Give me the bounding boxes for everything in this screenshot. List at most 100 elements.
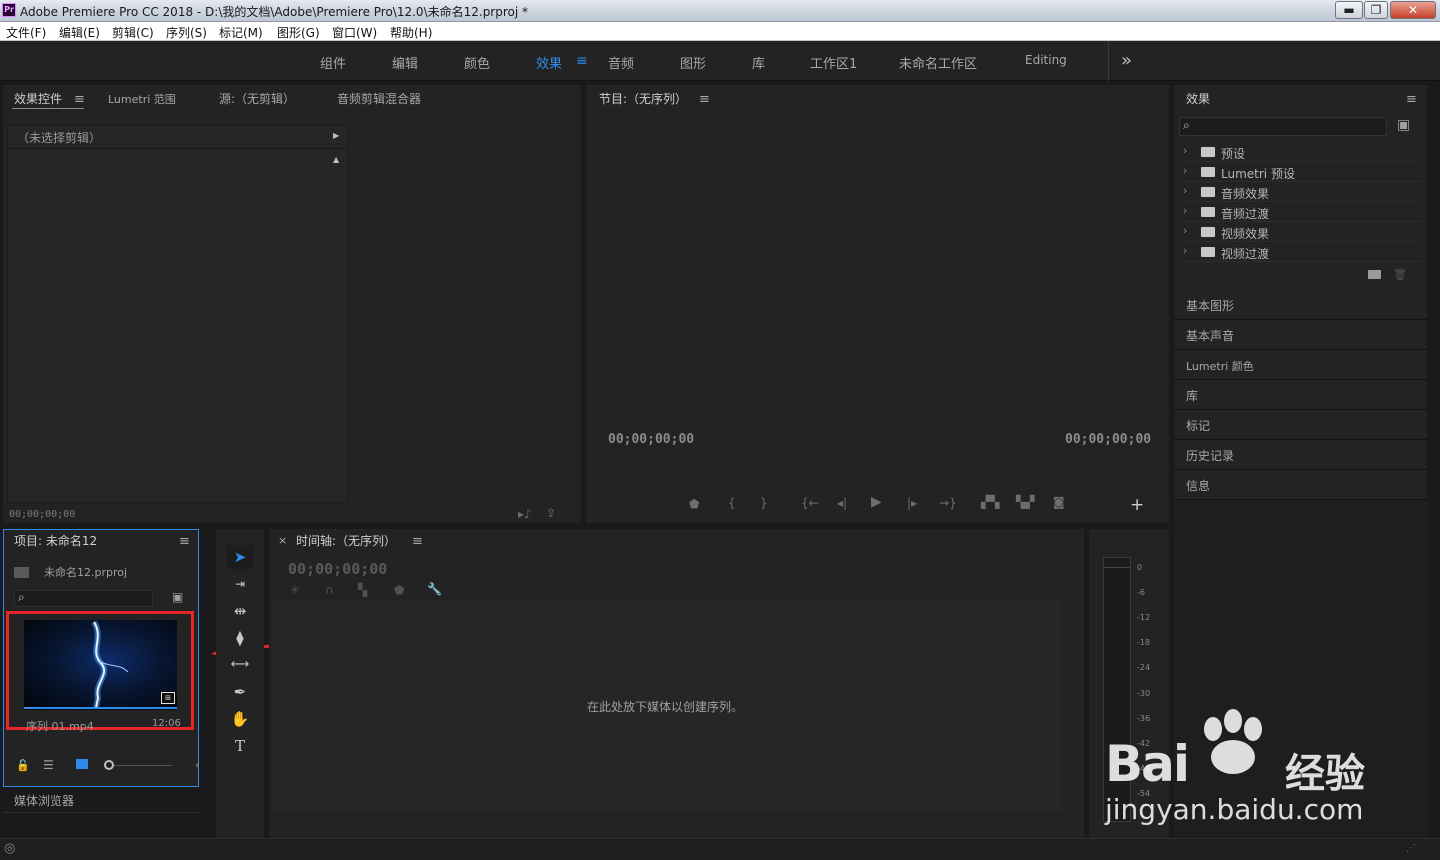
menu-file[interactable]: 文件(F)	[6, 24, 46, 41]
type-tool-icon[interactable]: T	[227, 734, 253, 758]
go-to-in-icon[interactable]: {←	[801, 496, 819, 510]
track-select-tool-icon[interactable]: ⇥	[227, 572, 253, 596]
hand-tool-icon[interactable]: ✋	[227, 707, 253, 731]
panel-menu-icon[interactable]: ≡	[74, 92, 85, 107]
effects-item-video-transitions[interactable]: › 视频过渡	[1181, 243, 1421, 262]
divider	[7, 148, 348, 149]
pen-tool-icon[interactable]: ✒	[227, 680, 253, 704]
effects-item-lumetri-presets[interactable]: › Lumetri 预设	[1181, 163, 1421, 182]
menu-window[interactable]: 窗口(W)	[332, 24, 377, 41]
new-bin-icon[interactable]	[1368, 270, 1381, 279]
icon-view-icon[interactable]	[76, 759, 88, 769]
menu-clip[interactable]: 剪辑(C)	[112, 24, 154, 41]
lift-icon[interactable]: ▞▚	[981, 495, 999, 509]
extract-icon[interactable]: ▚▞	[1016, 495, 1034, 509]
mark-out-icon[interactable]: }	[760, 496, 768, 510]
delete-icon[interactable]: 🗑	[1393, 268, 1407, 281]
export-frame-icon[interactable]: ⇪	[546, 506, 556, 520]
workspace-tab-graphics[interactable]: 图形	[680, 53, 706, 72]
lock-icon[interactable]: 🔓	[16, 759, 30, 772]
workspace-menu-icon[interactable]: ≡	[576, 53, 588, 69]
workspace-tab-color[interactable]: 颜色	[464, 53, 490, 72]
status-bar	[0, 838, 1440, 860]
menu-help[interactable]: 帮助(H)	[390, 24, 432, 41]
panel-markers[interactable]: 标记	[1174, 410, 1427, 440]
step-forward-icon[interactable]: |▸	[907, 496, 917, 510]
minimize-button[interactable]: ▬	[1335, 1, 1363, 19]
resize-grip-icon[interactable]: ⋰	[1406, 843, 1416, 854]
tab-source[interactable]: 源:（无剪辑）	[219, 90, 295, 107]
play-icon[interactable]: ▶	[871, 494, 882, 510]
mark-in-icon[interactable]: {	[728, 496, 736, 510]
selection-tool-icon[interactable]: ➤	[227, 545, 253, 569]
slip-tool-icon[interactable]: ⟷	[227, 653, 253, 677]
linked-selection-icon[interactable]: ▚	[358, 583, 367, 597]
panel-lumetri-color[interactable]: Lumetri 颜色	[1174, 350, 1427, 380]
go-to-out-icon[interactable]: →}	[939, 496, 957, 510]
workspace-tab-editing-en[interactable]: Editing	[1025, 53, 1067, 67]
filter-audio-icon[interactable]: ▸♪	[518, 507, 532, 521]
snap-icon[interactable]: ∩	[325, 583, 334, 597]
panel-essential-graphics[interactable]: 基本图形	[1174, 290, 1427, 320]
meter-label: -12	[1137, 613, 1151, 622]
expand-arrow-icon[interactable]: ▶	[333, 131, 339, 140]
list-view-icon[interactable]: ☰	[43, 758, 54, 772]
workspace-overflow-icon[interactable]: »	[1121, 50, 1132, 71]
close-tab-icon[interactable]: ×	[278, 534, 287, 547]
menu-marker[interactable]: 标记(M)	[219, 24, 263, 41]
panel-libraries[interactable]: 库	[1174, 380, 1427, 410]
clip-thumbnail[interactable]: ⊞	[24, 620, 177, 710]
step-back-icon[interactable]: ◂|	[837, 496, 847, 510]
menu-edit[interactable]: 编辑(E)	[59, 24, 100, 41]
lightning-image	[91, 620, 129, 709]
effects-item-video-effects[interactable]: › 视频效果	[1181, 223, 1421, 242]
panel-history[interactable]: 历史记录	[1174, 440, 1427, 470]
effects-item-audio-transitions[interactable]: › 音频过渡	[1181, 203, 1421, 222]
project-search-input[interactable]	[14, 590, 153, 607]
effects-item-presets[interactable]: › 预设	[1181, 143, 1421, 162]
menu-sequence[interactable]: 序列(S)	[166, 24, 207, 41]
project-folder-icon	[14, 567, 29, 578]
export-frame-camera-icon[interactable]: ◙	[1053, 495, 1065, 509]
workspace-tab-editing[interactable]: 编辑	[392, 53, 418, 72]
zoom-slider-track[interactable]	[114, 765, 172, 766]
meter-label: 0	[1137, 563, 1143, 572]
panel-overflow-icon[interactable]: ‹	[195, 758, 200, 772]
close-window-button[interactable]: ✕	[1390, 1, 1436, 19]
panel-menu-icon[interactable]: ≡	[1406, 92, 1417, 107]
timeline-settings-wrench-icon[interactable]: 🔧	[427, 582, 442, 596]
zoom-slider-handle[interactable]	[104, 760, 114, 770]
effects-item-audio-effects[interactable]: › 音频效果	[1181, 183, 1421, 202]
panel-menu-icon[interactable]: ≡	[412, 534, 423, 549]
scroll-up-icon[interactable]: ▲	[333, 155, 339, 164]
workspace-tab-workspace1[interactable]: 工作区1	[810, 53, 857, 72]
panel-essential-sound[interactable]: 基本声音	[1174, 320, 1427, 350]
add-marker-icon[interactable]: ⬟	[394, 583, 404, 597]
nest-icon[interactable]: ✳	[290, 583, 300, 597]
workspace-tab-untitled[interactable]: 未命名工作区	[899, 53, 977, 72]
tab-lumetri-scopes[interactable]: Lumetri 范围	[108, 91, 176, 107]
tab-audio-clip-mixer[interactable]: 音频剪辑混合器	[337, 90, 421, 107]
workspace-tab-libraries[interactable]: 库	[752, 53, 765, 72]
ripple-edit-tool-icon[interactable]: ⇹	[227, 599, 253, 623]
menu-graphics[interactable]: 图形(G)	[277, 24, 320, 41]
add-marker-icon[interactable]: ⬟	[689, 497, 699, 511]
find-icon[interactable]: ▣	[172, 590, 183, 604]
button-editor-add-icon[interactable]: +	[1130, 495, 1144, 515]
workspace-tab-effects[interactable]: 效果	[536, 53, 562, 72]
status-indicator-icon[interactable]: ◎	[4, 841, 15, 856]
project-title: 项目: 未命名12	[14, 534, 98, 548]
panel-info[interactable]: 信息	[1174, 470, 1427, 500]
panel-menu-icon[interactable]: ≡	[699, 92, 710, 107]
effects-search-input[interactable]	[1179, 117, 1387, 136]
razor-tool-icon[interactable]: ⧫	[227, 626, 253, 650]
panel-menu-icon[interactable]: ≡	[179, 534, 190, 549]
tab-media-browser[interactable]: 媒体浏览器	[14, 792, 74, 809]
tab-effect-controls[interactable]: 效果控件	[14, 90, 62, 107]
workspace-tab-assembly[interactable]: 组件	[320, 53, 346, 72]
workspace-tab-audio[interactable]: 音频	[608, 53, 634, 72]
maximize-button[interactable]: ❐	[1364, 1, 1388, 19]
new-custom-bin-icon[interactable]: ▣	[1397, 117, 1410, 133]
clip-name: 序列 01.mp4	[26, 720, 94, 733]
clip-progress-bar	[24, 707, 177, 709]
